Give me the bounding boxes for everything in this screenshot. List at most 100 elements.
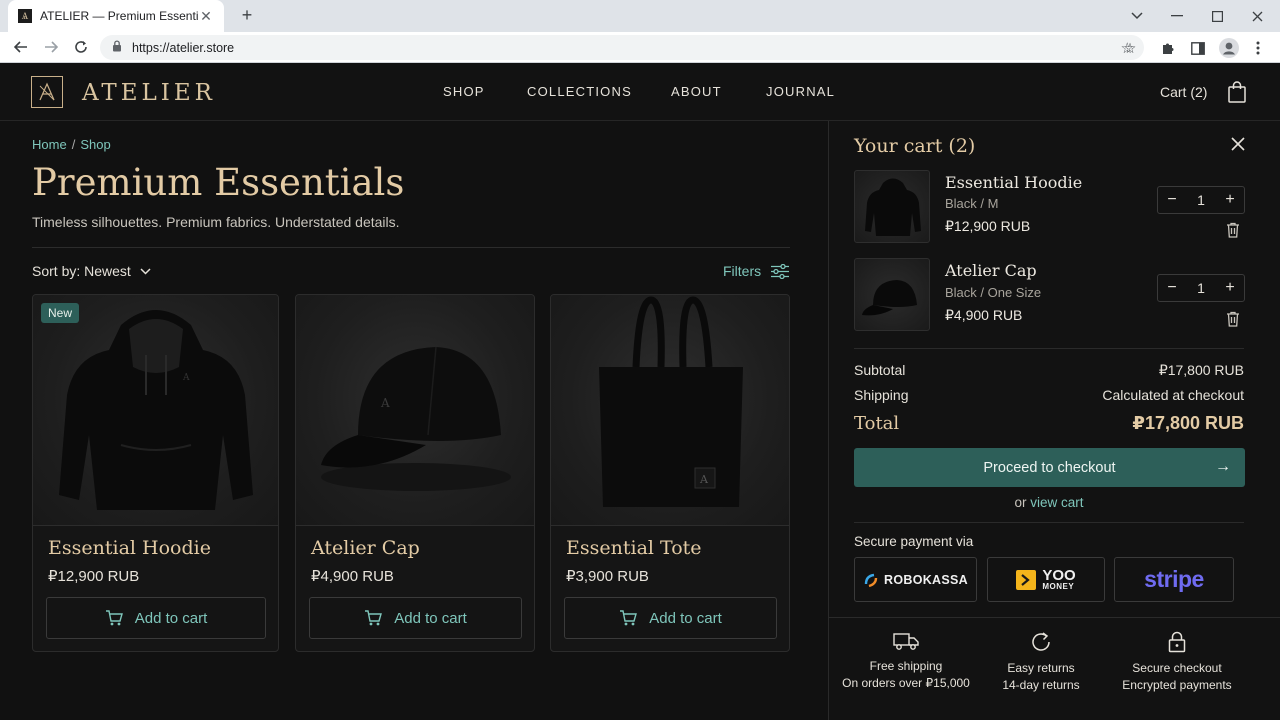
benefit-secure-checkout: Secure checkout Encrypted payments xyxy=(1102,618,1252,692)
new-tab-button[interactable]: + xyxy=(236,4,258,26)
subtotal-value: ₽17,800 RUB xyxy=(1158,362,1244,378)
view-cart-link[interactable]: view cart xyxy=(1030,495,1083,510)
nav-shop[interactable]: SHOP xyxy=(443,84,485,99)
browser-menu-icon[interactable] xyxy=(1245,35,1271,61)
benefit-title: Easy returns xyxy=(1007,661,1075,675)
browser-toolbar: https://atelier.store ☆ ☆ xyxy=(0,32,1280,63)
close-icon[interactable] xyxy=(1230,136,1248,154)
benefit-easy-returns: Easy returns 14-day returns xyxy=(966,618,1116,692)
breadcrumb-shop[interactable]: Shop xyxy=(80,137,110,152)
brand-name[interactable]: ATELIER xyxy=(82,80,216,106)
nav-journal[interactable]: JOURNAL xyxy=(766,84,835,99)
cart-icon xyxy=(105,610,123,626)
quantity-value[interactable]: 1 xyxy=(1186,280,1216,296)
add-to-cart-button[interactable]: Add to cart xyxy=(309,597,522,639)
cart-item-name[interactable]: Atelier Cap xyxy=(945,261,1037,280)
back-arrow-icon[interactable] xyxy=(8,34,34,60)
product-name[interactable]: Essential Hoodie xyxy=(48,537,211,559)
cart-title: Your cart (2) xyxy=(854,135,976,157)
sort-dropdown[interactable]: Sort by: Newest xyxy=(32,263,151,279)
cart-item-variant: Black / M xyxy=(945,196,999,211)
shipping-value: Calculated at checkout xyxy=(1102,387,1244,403)
product-name[interactable]: Essential Tote xyxy=(566,537,702,559)
product-name[interactable]: Atelier Cap xyxy=(311,537,420,559)
add-to-cart-button[interactable]: Add to cart xyxy=(564,597,777,639)
benefit-subtitle: 14-day returns xyxy=(1002,678,1080,692)
extensions-puzzle-icon[interactable] xyxy=(1155,35,1181,61)
nav-about[interactable]: ABOUT xyxy=(671,84,722,99)
decrease-quantity-button[interactable]: − xyxy=(1158,187,1186,213)
product-card-tote[interactable]: A Essential Tote ₽3,900 RUB Add to cart xyxy=(550,294,790,652)
page-title: Premium Essentials xyxy=(32,161,405,204)
refresh-icon xyxy=(1032,632,1050,651)
breadcrumb-home[interactable]: Home xyxy=(32,137,67,152)
window-close-icon[interactable] xyxy=(1237,0,1277,32)
tab-search-icon[interactable] xyxy=(1117,0,1157,32)
trash-icon[interactable] xyxy=(1226,222,1242,240)
stripe-text: stripe xyxy=(1144,566,1204,592)
tab-title: ATELIER — Premium Essentials xyxy=(40,9,198,23)
reload-icon[interactable] xyxy=(68,34,94,60)
view-cart-prefix: or xyxy=(1014,495,1027,510)
browser-tab[interactable]: Ѧ ATELIER — Premium Essentials ✕ xyxy=(8,0,224,32)
cart-item-name[interactable]: Essential Hoodie xyxy=(945,173,1082,192)
increase-quantity-button[interactable]: + xyxy=(1216,275,1244,301)
add-to-cart-button[interactable]: Add to cart xyxy=(46,597,266,639)
new-badge: New xyxy=(41,303,80,323)
yoomoney-logo: YOO MONEY xyxy=(987,557,1105,602)
add-to-cart-label: Add to cart xyxy=(394,609,467,627)
cart-link[interactable]: Cart (2) xyxy=(1160,84,1207,100)
secure-payment-label: Secure payment via xyxy=(854,534,974,549)
robokassa-icon xyxy=(864,573,878,587)
filters-button[interactable]: Filters xyxy=(723,263,790,279)
chevron-down-icon xyxy=(140,267,151,275)
profile-avatar-icon[interactable] xyxy=(1216,35,1242,61)
total-label: Total xyxy=(854,413,900,434)
product-image-cap[interactable]: A xyxy=(296,295,534,526)
trash-icon[interactable] xyxy=(1226,311,1242,329)
bookmark-icon[interactable]: ☆ xyxy=(1117,35,1143,61)
total-value: ₽17,800 RUB xyxy=(1132,413,1244,433)
benefits-bar: Free shipping On orders over ₽15,000 Eas… xyxy=(829,617,1280,720)
nav-collections[interactable]: COLLECTIONS xyxy=(527,84,632,99)
side-panel-icon[interactable] xyxy=(1185,35,1211,61)
product-card-cap[interactable]: A Atelier Cap ₽4,900 RUB Add to cart xyxy=(295,294,535,652)
decrease-quantity-button[interactable]: − xyxy=(1158,275,1186,301)
quantity-stepper: − 1 + xyxy=(1157,274,1245,302)
site-header: ATELIER SHOP COLLECTIONS ABOUT JOURNAL C… xyxy=(0,63,1280,121)
increase-quantity-button[interactable]: + xyxy=(1216,187,1244,213)
add-to-cart-label: Add to cart xyxy=(649,609,722,627)
product-price: ₽12,900 RUB xyxy=(48,568,140,585)
yoomoney-icon xyxy=(1016,569,1037,590)
svg-text:A: A xyxy=(182,373,190,383)
divider xyxy=(32,247,790,248)
cart-item-variant: Black / One Size xyxy=(945,285,1042,300)
cart-item-thumbnail[interactable] xyxy=(854,258,930,331)
shopping-bag-icon[interactable] xyxy=(1228,81,1246,103)
lock-icon xyxy=(112,40,122,55)
robokassa-text: ROBOKASSA xyxy=(884,572,968,587)
truck-icon xyxy=(893,633,919,650)
benefit-title: Free shipping xyxy=(869,659,943,673)
product-image-tote[interactable]: A xyxy=(551,295,789,526)
checkout-button[interactable]: Proceed to checkout → xyxy=(854,448,1245,487)
product-price: ₽4,900 RUB xyxy=(311,568,394,585)
benefit-title: Secure checkout xyxy=(1132,661,1222,675)
cart-item-thumbnail[interactable] xyxy=(854,170,930,243)
quantity-value[interactable]: 1 xyxy=(1186,192,1216,208)
site-favicon-icon: Ѧ xyxy=(18,9,32,23)
product-card-hoodie[interactable]: A New Essential Hoodie ₽12,900 RUB Add t… xyxy=(32,294,279,652)
arrow-right-icon: → xyxy=(1215,458,1231,475)
address-bar[interactable]: https://atelier.store ☆ xyxy=(100,35,1144,60)
maximize-icon[interactable] xyxy=(1197,0,1237,32)
product-image-hoodie[interactable]: A xyxy=(33,295,278,526)
divider xyxy=(854,348,1244,349)
subtotal-label: Subtotal xyxy=(854,362,906,378)
logo-mark-icon[interactable] xyxy=(31,76,63,108)
yoomoney-subtext: MONEY xyxy=(1042,582,1075,591)
tab-close-icon[interactable]: ✕ xyxy=(198,8,214,25)
benefit-subtitle: Encrypted payments xyxy=(1122,678,1232,692)
minimize-icon[interactable] xyxy=(1157,0,1197,32)
forward-arrow-icon[interactable] xyxy=(38,34,64,60)
benefit-free-shipping: Free shipping On orders over ₽15,000 xyxy=(831,618,981,690)
